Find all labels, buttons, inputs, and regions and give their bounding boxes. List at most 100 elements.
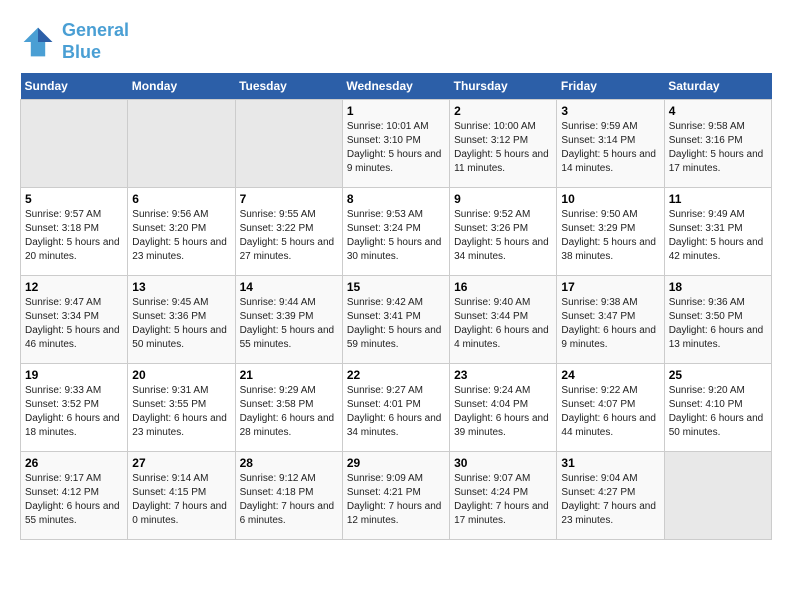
day-number: 22 [347, 368, 445, 382]
day-info: Sunrise: 9:42 AMSunset: 3:41 PMDaylight:… [347, 296, 445, 352]
calendar-cell: 26 Sunrise: 9:17 AMSunset: 4:12 PMDayligh… [21, 452, 128, 540]
weekday-header-row: SundayMondayTuesdayWednesdayThursdayFrid… [21, 73, 772, 100]
logo: General Blue [20, 20, 129, 63]
calendar-cell: 19Sunrise: 9:33 AMSunset: 3:52 PMDayligh… [21, 364, 128, 452]
day-number: 18 [669, 280, 767, 294]
day-info: Sunrise: 9:58 AMSunset: 3:16 PMDaylight:… [669, 120, 767, 176]
calendar-cell: 7 Sunrise: 9:55 AMSunset: 3:22 PMDaylight… [235, 188, 342, 276]
calendar-cell: 18 Sunrise: 9:36 AMSunset: 3:50 PMDayligh… [664, 276, 771, 364]
weekday-header-wednesday: Wednesday [342, 73, 449, 100]
weekday-header-sunday: Sunday [21, 73, 128, 100]
day-info: Sunrise: 9:45 AMSunset: 3:36 PMDaylight:… [132, 296, 230, 352]
day-info: Sunrise: 9:53 AMSunset: 3:24 PMDaylight:… [347, 208, 445, 264]
day-info: Sunrise: 9:27 AMSunset: 4:01 PMDaylight:… [347, 384, 445, 440]
calendar-cell: 9 Sunrise: 9:52 AMSunset: 3:26 PMDaylight… [450, 188, 557, 276]
calendar-cell: 8 Sunrise: 9:53 AMSunset: 3:24 PMDaylight… [342, 188, 449, 276]
calendar-cell: 23 Sunrise: 9:24 AMSunset: 4:04 PMDayligh… [450, 364, 557, 452]
calendar-body: 1 Sunrise: 10:01 AMSunset: 3:10 PMDayligh… [21, 100, 772, 540]
calendar-cell: 13 Sunrise: 9:45 AMSunset: 3:36 PMDayligh… [128, 276, 235, 364]
calendar-cell: 17 Sunrise: 9:38 AMSunset: 3:47 PMDayligh… [557, 276, 664, 364]
day-number: 31 [561, 456, 659, 470]
weekday-header-thursday: Thursday [450, 73, 557, 100]
calendar-cell: 5Sunrise: 9:57 AMSunset: 3:18 PMDaylight… [21, 188, 128, 276]
day-info: Sunrise: 9:52 AMSunset: 3:26 PMDaylight:… [454, 208, 552, 264]
weekday-header-monday: Monday [128, 73, 235, 100]
day-info: Sunrise: 9:44 AMSunset: 3:39 PMDaylight:… [240, 296, 338, 352]
day-info: Sunrise: 9:47 AMSunset: 3:34 PMDaylight:… [25, 296, 123, 352]
calendar-cell: 27Sunrise: 9:14 AMSunset: 4:15 PMDayligh… [128, 452, 235, 540]
calendar-week-5: 26 Sunrise: 9:17 AMSunset: 4:12 PMDayligh… [21, 452, 772, 540]
calendar-cell: 4 Sunrise: 9:58 AMSunset: 3:16 PMDaylight… [664, 100, 771, 188]
calendar-cell: 22 Sunrise: 9:27 AMSunset: 4:01 PMDayligh… [342, 364, 449, 452]
calendar-cell: 14Sunrise: 9:44 AMSunset: 3:39 PMDayligh… [235, 276, 342, 364]
day-number: 4 [669, 104, 767, 118]
weekday-header-tuesday: Tuesday [235, 73, 342, 100]
day-number: 28 [240, 456, 338, 470]
day-number: 24 [561, 368, 659, 382]
day-info: Sunrise: 9:29 AMSunset: 3:58 PMDaylight:… [240, 384, 338, 440]
day-info: Sunrise: 9:31 AMSunset: 3:55 PMDaylight:… [132, 384, 230, 440]
calendar-cell: 31 Sunrise: 9:04 AMSunset: 4:27 PMDayligh… [557, 452, 664, 540]
day-number: 21 [240, 368, 338, 382]
day-number: 10 [561, 192, 659, 206]
day-info: Sunrise: 9:55 AMSunset: 3:22 PMDaylight:… [240, 208, 338, 264]
day-info: Sunrise: 9:09 AMSunset: 4:21 PMDaylight:… [347, 472, 445, 528]
calendar-cell [235, 100, 342, 188]
logo-text: General Blue [62, 20, 129, 63]
day-info: Sunrise: 9:40 AMSunset: 3:44 PMDaylight:… [454, 296, 552, 352]
day-info: Sunrise: 9:24 AMSunset: 4:04 PMDaylight:… [454, 384, 552, 440]
calendar-week-1: 1 Sunrise: 10:01 AMSunset: 3:10 PMDayligh… [21, 100, 772, 188]
calendar-cell: 16 Sunrise: 9:40 AMSunset: 3:44 PMDayligh… [450, 276, 557, 364]
day-info: Sunrise: 9:07 AMSunset: 4:24 PMDaylight:… [454, 472, 552, 528]
day-info: Sunrise: 9:14 AMSunset: 4:15 PMDaylight:… [132, 472, 230, 528]
day-info: Sunrise: 10:01 AMSunset: 3:10 PMDaylight… [347, 120, 445, 176]
day-info: Sunrise: 9:04 AMSunset: 4:27 PMDaylight:… [561, 472, 659, 528]
day-number: 13 [132, 280, 230, 294]
calendar-cell: 21 Sunrise: 9:29 AMSunset: 3:58 PMDayligh… [235, 364, 342, 452]
calendar-week-3: 12 Sunrise: 9:47 AMSunset: 3:34 PMDayligh… [21, 276, 772, 364]
calendar-cell: 30 Sunrise: 9:07 AMSunset: 4:24 PMDayligh… [450, 452, 557, 540]
weekday-header-saturday: Saturday [664, 73, 771, 100]
calendar-cell: 3Sunrise: 9:59 AMSunset: 3:14 PMDaylight… [557, 100, 664, 188]
day-info: Sunrise: 9:59 AMSunset: 3:14 PMDaylight:… [561, 120, 659, 176]
calendar-cell [21, 100, 128, 188]
day-number: 23 [454, 368, 552, 382]
day-info: Sunrise: 9:17 AMSunset: 4:12 PMDaylight:… [25, 472, 123, 528]
day-number: 29 [347, 456, 445, 470]
day-number: 1 [347, 104, 445, 118]
page-header: General Blue [20, 20, 772, 63]
calendar-cell: 28Sunrise: 9:12 AMSunset: 4:18 PMDayligh… [235, 452, 342, 540]
day-number: 26 [25, 456, 123, 470]
day-number: 19 [25, 368, 123, 382]
calendar-table: SundayMondayTuesdayWednesdayThursdayFrid… [20, 73, 772, 540]
calendar-week-4: 19Sunrise: 9:33 AMSunset: 3:52 PMDayligh… [21, 364, 772, 452]
day-info: Sunrise: 9:49 AMSunset: 3:31 PMDaylight:… [669, 208, 767, 264]
calendar-cell: 12 Sunrise: 9:47 AMSunset: 3:34 PMDayligh… [21, 276, 128, 364]
calendar-cell [664, 452, 771, 540]
calendar-cell: 20Sunrise: 9:31 AMSunset: 3:55 PMDayligh… [128, 364, 235, 452]
calendar-cell [128, 100, 235, 188]
day-number: 6 [132, 192, 230, 206]
day-info: Sunrise: 9:38 AMSunset: 3:47 PMDaylight:… [561, 296, 659, 352]
day-info: Sunrise: 9:57 AMSunset: 3:18 PMDaylight:… [25, 208, 123, 264]
day-number: 9 [454, 192, 552, 206]
day-number: 16 [454, 280, 552, 294]
calendar-cell: 15 Sunrise: 9:42 AMSunset: 3:41 PMDayligh… [342, 276, 449, 364]
day-number: 17 [561, 280, 659, 294]
day-number: 7 [240, 192, 338, 206]
calendar-cell: 25Sunrise: 9:20 AMSunset: 4:10 PMDayligh… [664, 364, 771, 452]
weekday-header-friday: Friday [557, 73, 664, 100]
day-number: 15 [347, 280, 445, 294]
day-info: Sunrise: 9:56 AMSunset: 3:20 PMDaylight:… [132, 208, 230, 264]
day-number: 8 [347, 192, 445, 206]
day-info: Sunrise: 10:00 AMSunset: 3:12 PMDaylight… [454, 120, 552, 176]
day-info: Sunrise: 9:36 AMSunset: 3:50 PMDaylight:… [669, 296, 767, 352]
calendar-header: SundayMondayTuesdayWednesdayThursdayFrid… [21, 73, 772, 100]
day-number: 12 [25, 280, 123, 294]
calendar-cell: 10 Sunrise: 9:50 AMSunset: 3:29 PMDayligh… [557, 188, 664, 276]
day-number: 2 [454, 104, 552, 118]
day-info: Sunrise: 9:50 AMSunset: 3:29 PMDaylight:… [561, 208, 659, 264]
logo-icon [20, 24, 56, 60]
day-number: 30 [454, 456, 552, 470]
calendar-cell: 6 Sunrise: 9:56 AMSunset: 3:20 PMDaylight… [128, 188, 235, 276]
